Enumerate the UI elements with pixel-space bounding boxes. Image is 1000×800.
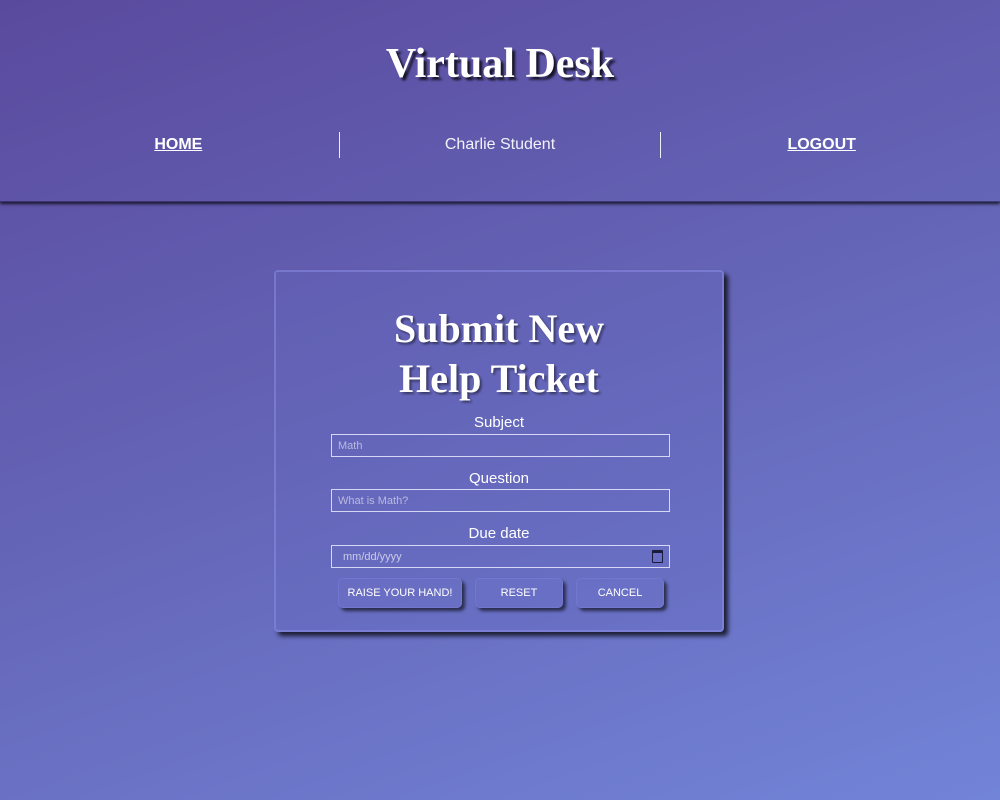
nav-cell-user: Charlie Student [338,132,661,158]
form-title-line-1: Submit New [393,306,605,351]
cancel-button[interactable]: CANCEL [576,578,664,608]
current-user-name: Charlie Student [444,136,556,153]
due-date-input[interactable]: mm/dd/yyyy [331,545,670,568]
site-header: Virtual Desk HOME Charlie Student LOGOUT [0,0,1000,202]
nav-cell-logout: LOGOUT [660,132,982,158]
nav-cell-home: HOME [18,132,339,158]
reset-button[interactable]: RESET [475,578,563,608]
form-title: Submit New Help Ticket [276,304,722,404]
question-input[interactable] [331,489,670,512]
form-title-line-2: Help Ticket [399,356,599,401]
site-title: Virtual Desk [385,41,615,87]
subject-input[interactable] [331,434,670,457]
question-label: Question [468,470,530,487]
due-date-placeholder: mm/dd/yyyy [343,550,402,563]
subject-label: Subject [473,414,525,431]
calendar-icon[interactable] [652,550,663,563]
raise-hand-button[interactable]: RAISE YOUR HAND! [338,578,462,608]
nav-home-link[interactable]: HOME [154,136,202,153]
nav-logout-link[interactable]: LOGOUT [787,136,855,153]
main-nav: HOME Charlie Student LOGOUT [18,132,982,158]
due-date-label: Due date [468,525,530,542]
ticket-form-card: Submit New Help Ticket Subject Question … [274,270,724,632]
